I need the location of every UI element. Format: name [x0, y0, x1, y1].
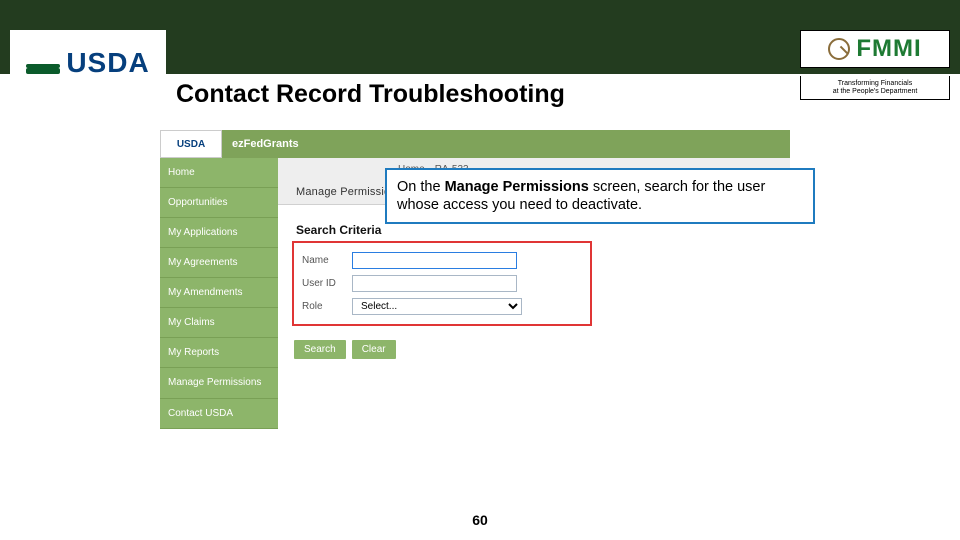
label-userid: User ID	[302, 278, 352, 289]
fmmi-tagline-2: at the People's Department	[833, 88, 918, 95]
usda-logo-text: USDA	[66, 47, 149, 79]
sidebar-item-my-reports[interactable]: My Reports	[160, 338, 278, 368]
sidebar-item-my-amendments[interactable]: My Amendments	[160, 278, 278, 308]
page-number: 60	[472, 512, 488, 528]
fmmi-logo-text: FMMI	[856, 35, 921, 63]
usda-logo: USDA	[10, 30, 166, 96]
callout-text-prefix: On the	[397, 179, 445, 195]
sidebar-item-contact-usda[interactable]: Contact USDA	[160, 399, 278, 429]
clear-button[interactable]: Clear	[352, 340, 396, 359]
label-role: Role	[302, 301, 352, 312]
sidebar-item-home[interactable]: Home	[160, 158, 278, 188]
label-name: Name	[302, 255, 352, 266]
name-input[interactable]	[352, 252, 517, 269]
sidebar-item-opportunities[interactable]: Opportunities	[160, 188, 278, 218]
slide-title: Contact Record Troubleshooting	[176, 78, 569, 109]
userid-input[interactable]	[352, 275, 517, 292]
usda-mark-icon	[26, 48, 60, 78]
fmmi-logo: FMMI	[800, 30, 950, 68]
fmmi-tagline-1: Transforming Financials	[838, 80, 912, 87]
role-select[interactable]: Select...	[352, 298, 522, 315]
app-usda-mini-logo: USDA	[160, 130, 222, 158]
instruction-callout: On the Manage Permissions screen, search…	[385, 168, 815, 224]
search-button[interactable]: Search	[294, 340, 346, 359]
key-icon	[828, 38, 850, 60]
sidebar-item-my-agreements[interactable]: My Agreements	[160, 248, 278, 278]
app-brand-title: ezFedGrants	[232, 138, 299, 150]
highlight-box: Name User ID Role Select...	[292, 241, 592, 326]
sidebar-item-my-applications[interactable]: My Applications	[160, 218, 278, 248]
callout-text-bold: Manage Permissions	[445, 179, 589, 195]
sidebar-item-manage-permissions[interactable]: Manage Permissions	[160, 368, 278, 399]
sidebar-item-my-claims[interactable]: My Claims	[160, 308, 278, 338]
app-top-bar: ezFedGrants	[222, 130, 790, 158]
fmmi-tagline: Transforming Financials at the People's …	[800, 76, 950, 100]
app-sidebar: Home Opportunities My Applications My Ag…	[160, 158, 278, 429]
